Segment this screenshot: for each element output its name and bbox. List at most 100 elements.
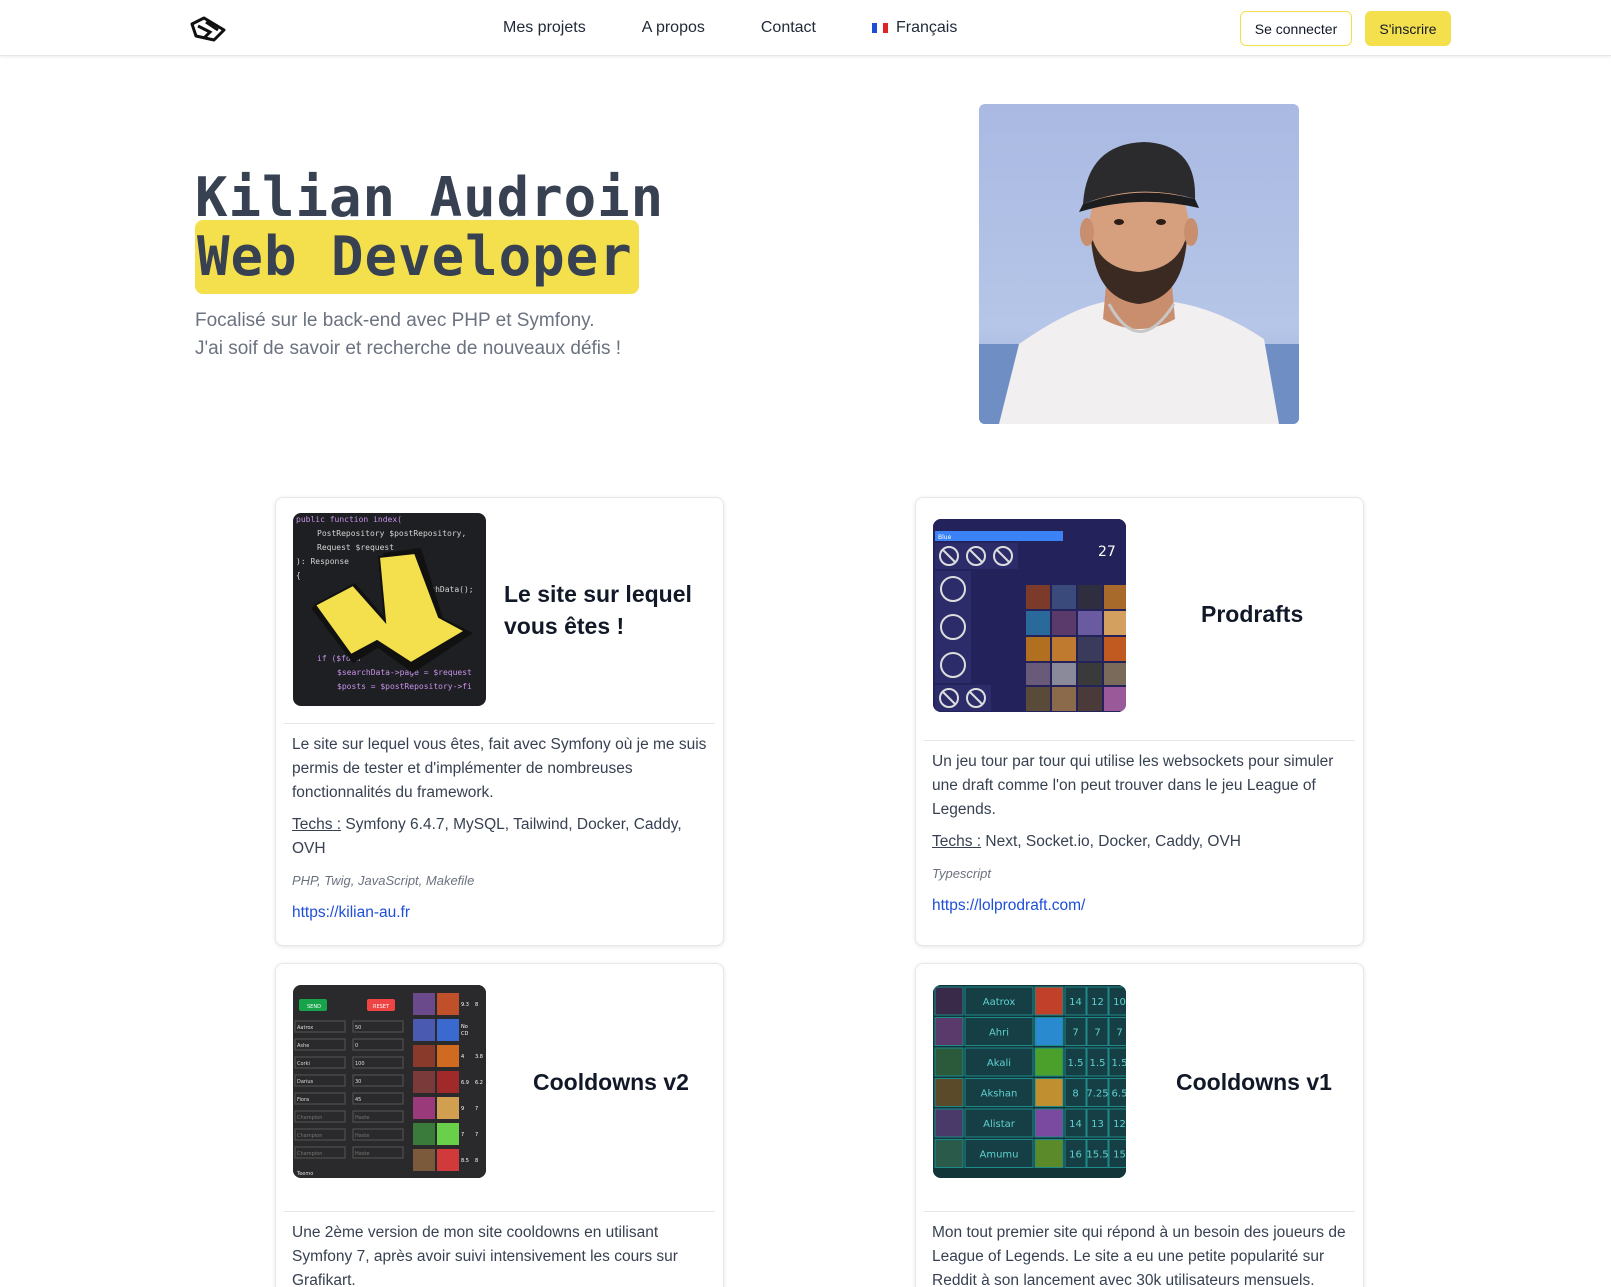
login-button[interactable]: Se connecter (1240, 11, 1352, 46)
language-label: Français (896, 19, 958, 36)
project-details: Le site sur lequel vous êtes, fait avec … (292, 733, 709, 925)
champion-name: Amumu (980, 1150, 1019, 1161)
timer-label: 27 (1098, 544, 1116, 560)
language-selector[interactable]: Français (872, 19, 957, 37)
project-link[interactable]: https://lolprodraft.com/ (932, 894, 1349, 918)
champion-name: Aatrox (983, 997, 1016, 1008)
champion-portrait (934, 1017, 964, 1046)
cd-value: 7 (461, 1132, 464, 1138)
champion-cell: Teemo (296, 1171, 313, 1177)
send-label: SEND (307, 1004, 321, 1010)
champion-cell: Ashe (297, 1043, 309, 1049)
card-divider (284, 1211, 715, 1212)
hero-subtitle-line2: J'ai soif de savoir et recherche de nouv… (195, 338, 622, 359)
code-line: $posts = $postRepository->fi (337, 682, 472, 691)
reset-label: RESET (373, 1004, 390, 1010)
cooldown-value: 1.5 (1090, 1058, 1106, 1069)
champion-cell: Champion (297, 1115, 322, 1121)
signup-button[interactable]: S'inscrire (1365, 11, 1451, 46)
project-card[interactable]: SEND RESET Aatrox Ashe Corki Darius Fior… (275, 963, 724, 1287)
cd-value: 8 (475, 1158, 478, 1164)
ability-icon (1034, 1047, 1064, 1077)
project-title: Le site sur lequel vous êtes ! (504, 581, 692, 639)
project-languages: Typescript (932, 866, 991, 881)
cooldown-value: 1.5 (1068, 1058, 1084, 1069)
france-flag-icon (872, 23, 888, 33)
cooldown-value: 15 (1113, 1150, 1126, 1161)
project-description: Le site sur lequel vous êtes, fait avec … (292, 736, 707, 801)
project-details: Mon tout premier site qui répond à un be… (932, 1221, 1349, 1287)
haste-cell: Haste (355, 1115, 369, 1121)
cd-value: 6.2 (475, 1080, 483, 1086)
champion-cell: Champion (297, 1133, 322, 1139)
navbar: Mes projets A propos Contact Français Se… (0, 0, 1611, 56)
cooldown-value: 12 (1113, 1119, 1126, 1130)
haste-cell: 45 (355, 1097, 361, 1103)
techs-label: Techs : (292, 816, 342, 833)
cd-value: 6.9 (461, 1080, 469, 1086)
nav-link-about[interactable]: A propos (642, 19, 705, 37)
haste-cell: Haste (355, 1133, 369, 1139)
cooldown-value: 14 (1069, 997, 1082, 1008)
cd-value: 7 (475, 1106, 478, 1112)
project-card[interactable]: Blue 27 Prodrafts Un jeu tour par tour q… (915, 497, 1364, 946)
project-title: Cooldowns v2 (533, 1069, 689, 1095)
champion-name: Akshan (981, 1089, 1018, 1100)
project-techs: Techs : Next, Socket.io, Docker, Caddy, … (932, 830, 1349, 854)
champion-portrait (934, 1078, 964, 1107)
project-card[interactable]: Aatrox 14 12 10 Ahri 7 7 7 Akali 1.5 1.5 1.5 Akshan 8… (915, 963, 1364, 1287)
project-thumbnail: SEND RESET Aatrox Ashe Corki Darius Fior… (293, 985, 486, 1178)
project-thumbnail: Blue 27 (933, 519, 1126, 712)
cooldown-value: 7 (1094, 1028, 1100, 1039)
project-details: Un jeu tour par tour qui utilise les web… (932, 750, 1349, 918)
code-line: public function index( (296, 515, 402, 524)
techs-list: Symfony 6.4.7, MySQL, Tailwind, Docker, … (292, 816, 682, 857)
project-details: Une 2ème version de mon site cooldowns e… (292, 1221, 709, 1287)
nav-links: Mes projets A propos Contact Français (503, 0, 957, 56)
project-description: Un jeu tour par tour qui utilise les web… (932, 753, 1334, 818)
cooldown-value: 7.25 (1086, 1089, 1108, 1100)
champion-portrait (934, 1108, 964, 1138)
cooldown-value: 16 (1069, 1150, 1082, 1161)
cd-value: No (461, 1024, 468, 1030)
project-thumbnail: public function index( PostRepository $p… (293, 513, 486, 706)
card-divider (924, 740, 1355, 741)
champion-portrait (934, 986, 964, 1016)
cooldown-value: 15.5 (1086, 1150, 1108, 1161)
project-link[interactable]: https://kilian-au.fr (292, 901, 709, 925)
nav-link-projects[interactable]: Mes projets (503, 19, 586, 37)
cooldown-value: 14 (1069, 1119, 1082, 1130)
project-card[interactable]: public function index( PostRepository $p… (275, 497, 724, 946)
cooldown-value: 8 (1072, 1089, 1078, 1100)
project-description: Une 2ème version de mon site cooldowns e… (292, 1224, 678, 1287)
hero-role: Web Developer (195, 220, 639, 294)
project-title: Prodrafts (1201, 601, 1304, 627)
haste-cell: 30 (355, 1079, 361, 1085)
project-description: Mon tout premier site qui répond à un be… (932, 1224, 1346, 1287)
champion-name: Alistar (983, 1119, 1016, 1130)
haste-cell: 50 (355, 1025, 361, 1031)
code-line: PostRepository $postRepository, (317, 529, 466, 538)
nav-link-contact[interactable]: Contact (761, 19, 816, 37)
hero-subtitle: Focalisé sur le back-end avec PHP et Sym… (195, 307, 621, 363)
project-thumbnail: Aatrox 14 12 10 Ahri 7 7 7 Akali 1.5 1.5 1.5 Akshan 8… (933, 985, 1126, 1178)
cd-value: CD (461, 1031, 468, 1037)
ability-icon (1034, 1017, 1064, 1046)
hero-subtitle-line1: Focalisé sur le back-end avec PHP et Sym… (195, 310, 595, 331)
techs-label: Techs : (932, 833, 982, 850)
haste-cell: 100 (355, 1061, 365, 1067)
champion-cell: Corki (297, 1061, 310, 1067)
champion-cell: Fiora (297, 1097, 309, 1103)
champion-portrait (934, 1047, 964, 1077)
champion-name: Akali (987, 1058, 1011, 1069)
champion-cell: Champion (297, 1151, 322, 1157)
cooldown-value: 7 (1116, 1028, 1122, 1039)
code-line: ): Response (296, 557, 349, 566)
ability-icon (1034, 986, 1064, 1016)
site-logo-icon[interactable] (188, 14, 228, 44)
ability-icon (1034, 1108, 1064, 1138)
project-techs: Techs : Symfony 6.4.7, MySQL, Tailwind, … (292, 813, 709, 861)
code-line: $searchData->page = $request (337, 668, 472, 677)
cd-value: 4 (461, 1054, 464, 1060)
haste-cell: 0 (355, 1043, 358, 1049)
